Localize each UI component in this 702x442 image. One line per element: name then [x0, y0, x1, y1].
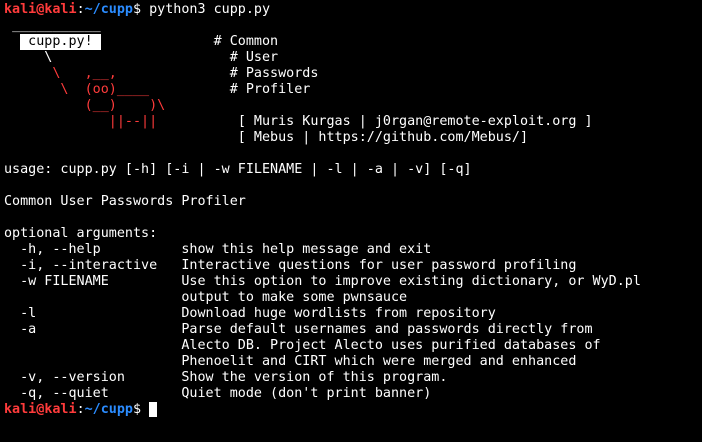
- prompt-host: kali: [44, 2, 77, 17]
- option-desc: Parse default usernames and passwords di…: [181, 322, 593, 337]
- banner-art-4: \ ,__,: [4, 66, 117, 81]
- option-flag: -i, --interactive: [4, 258, 182, 273]
- banner-right-passwords: # Passwords: [229, 66, 319, 81]
- banner-box-label: cupp.py!: [20, 34, 101, 50]
- banner-line-2: cupp.py! # Common: [4, 34, 702, 50]
- banner-right-user: # User: [229, 50, 279, 65]
- prompt-colon: :: [76, 402, 85, 417]
- banner-line-5: \ (oo)____ # Profiler: [4, 82, 702, 98]
- banner-right-profiler: # Profiler: [229, 82, 311, 97]
- option-row: -a Parse default usernames and passwords…: [4, 322, 702, 338]
- option-row: -l Download huge wordlists from reposito…: [4, 306, 702, 322]
- option-flag: -v, --version: [4, 370, 182, 385]
- banner-line-1: ___________: [4, 18, 702, 34]
- optional-arguments-header: optional arguments:: [4, 226, 158, 241]
- banner-right-common: # Common: [213, 34, 279, 49]
- option-flag: [4, 354, 181, 369]
- option-desc: Download huge wordlists from repository: [181, 306, 496, 321]
- banner-art-3: \: [4, 50, 53, 65]
- option-flag: -l: [4, 306, 182, 321]
- prompt-path: ~/cupp: [84, 2, 133, 17]
- banner-art-5: \ (oo)____: [4, 82, 150, 97]
- option-row: -i, --interactive Interactive questions …: [4, 258, 702, 274]
- option-flag: [4, 338, 181, 353]
- option-flag: -w FILENAME: [4, 274, 182, 289]
- option-desc: Show the version of this program.: [181, 370, 448, 385]
- prompt-line: kali@kali:~/cupp$ python3 cupp.py: [4, 2, 702, 18]
- banner-right-author: [ Muris Kurgas | j0rgan@remote-exploit.o…: [237, 114, 593, 129]
- option-row: -v, --version Show the version of this p…: [4, 370, 702, 386]
- option-flag: -q, --quiet: [4, 386, 182, 401]
- banner-art-7: ||--||: [4, 114, 166, 129]
- banner-art-6: (__) )\: [4, 98, 166, 113]
- text-cursor[interactable]: [149, 402, 158, 417]
- option-desc: Alecto DB. Project Alecto uses purified …: [181, 338, 601, 353]
- usage-line: usage: cupp.py [-h] [-i | -w FILENAME | …: [4, 162, 472, 177]
- command-text: python3 cupp.py: [149, 2, 271, 17]
- option-row: -w FILENAME Use this option to improve e…: [4, 274, 702, 290]
- option-flag: -h, --help: [4, 242, 182, 257]
- option-desc: Interactive questions for user password …: [181, 258, 577, 273]
- banner-right-mebus: [ Mebus | https://github.com/Mebus/]: [237, 130, 529, 145]
- option-flag: [4, 290, 181, 305]
- option-desc: Use this option to improve existing dict…: [181, 274, 641, 289]
- prompt-host: kali: [44, 402, 77, 417]
- option-row: -h, --help show this help message and ex…: [4, 242, 702, 258]
- prompt-path: ~/cupp: [84, 402, 133, 417]
- option-row: output to make some pwnsauce: [4, 290, 702, 306]
- banner-line-4: \ ,__, # Passwords: [4, 66, 702, 82]
- prompt-line-current[interactable]: kali@kali:~/cupp$: [4, 402, 702, 418]
- banner-line-8: [ Mebus | https://github.com/Mebus/]: [4, 130, 702, 146]
- prompt-symbol: $: [133, 2, 142, 17]
- option-desc: output to make some pwnsauce: [181, 290, 408, 305]
- option-row: Alecto DB. Project Alecto uses purified …: [4, 338, 702, 354]
- prompt-symbol: $: [133, 402, 142, 417]
- option-desc: show this help message and exit: [181, 242, 432, 257]
- banner-line-6: (__) )\: [4, 98, 702, 114]
- banner-line-7: ||--|| [ Muris Kurgas | j0rgan@remote-ex…: [4, 114, 702, 130]
- option-row: -q, --quiet Quiet mode (don't print bann…: [4, 386, 702, 402]
- option-flag: -a: [4, 322, 182, 337]
- option-desc: Phenoelit and CIRT which were merged and…: [181, 354, 577, 369]
- prompt-user: kali: [4, 2, 37, 17]
- option-desc: Quiet mode (don't print banner): [181, 386, 432, 401]
- terminal-window[interactable]: kali@kali:~/cupp$ python3 cupp.py ______…: [0, 0, 702, 442]
- option-row: Phenoelit and CIRT which were merged and…: [4, 354, 702, 370]
- prompt-user: kali: [4, 402, 37, 417]
- banner-line-3: \ # User: [4, 50, 702, 66]
- prompt-colon: :: [76, 2, 85, 17]
- description-line: Common User Passwords Profiler: [4, 194, 246, 209]
- banner-underline: ___________: [12, 18, 101, 33]
